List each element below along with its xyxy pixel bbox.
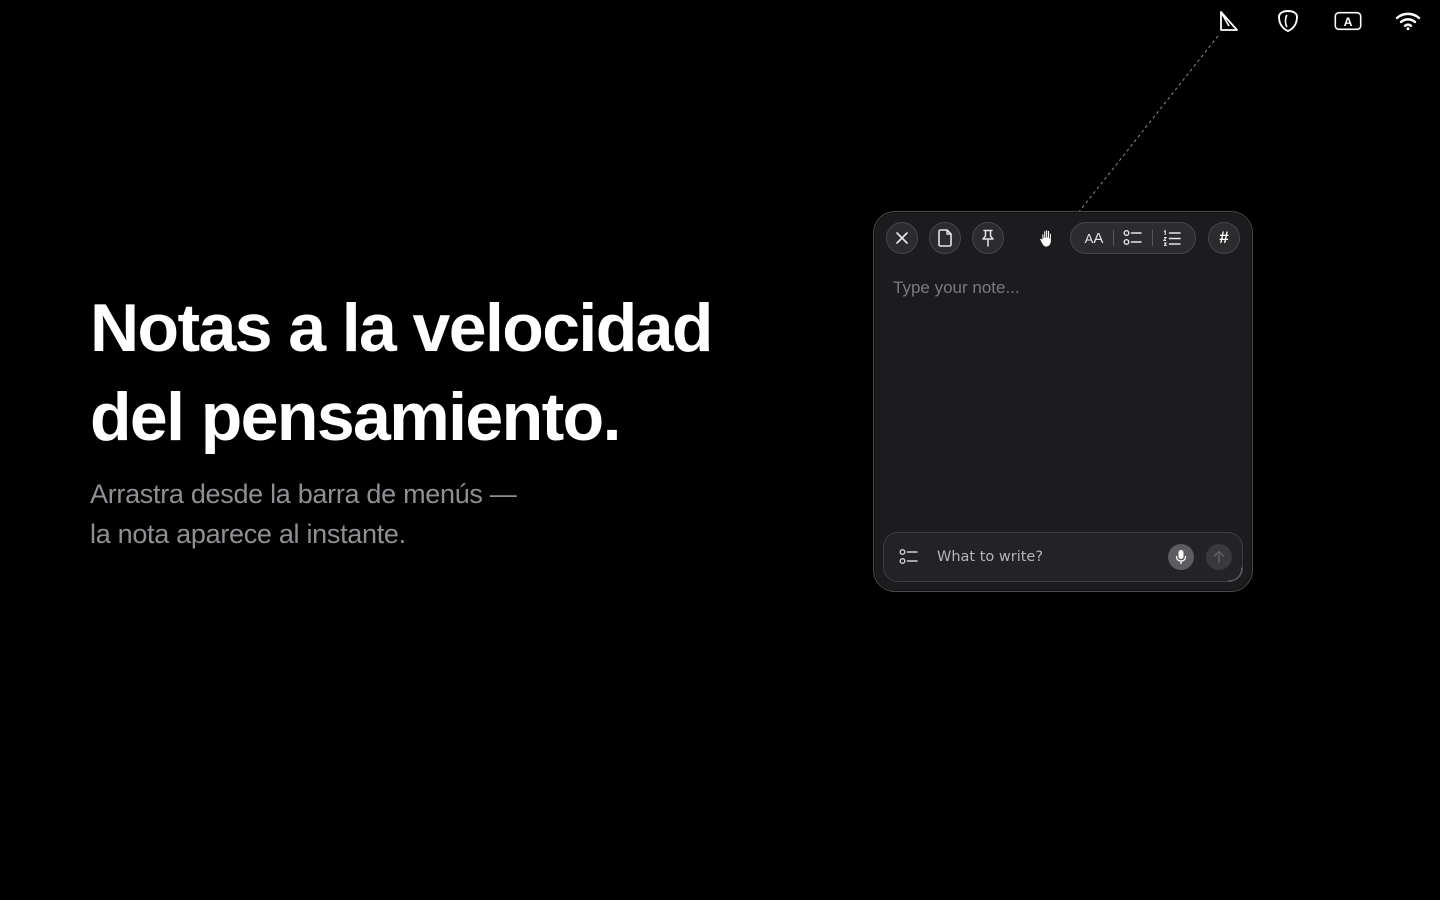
close-button[interactable]: [886, 222, 918, 254]
hero: Notas a la velocidad del pensamiento. Ar…: [90, 284, 810, 554]
menubar: A: [1182, 6, 1422, 36]
input-source-letter: A: [1344, 15, 1353, 29]
note-toolbar: AA #: [886, 221, 1240, 255]
compose-placeholder: What to write?: [937, 549, 1044, 565]
microphone-button[interactable]: [1168, 544, 1194, 570]
hero-title: Notas a la velocidad del pensamiento.: [90, 284, 810, 462]
compose-input[interactable]: What to write?: [937, 549, 1168, 565]
shield-icon[interactable]: [1274, 7, 1302, 35]
tag-label: #: [1219, 228, 1229, 247]
pin-button[interactable]: [972, 222, 1004, 254]
hero-subtitle: Arrastra desde la barra de menús — la no…: [90, 474, 810, 554]
document-icon: [938, 229, 952, 247]
format-group: AA: [1070, 222, 1196, 254]
note-window: AA # Type your note... What to write?: [873, 211, 1253, 592]
hero-title-line1: Notas a la velocidad: [90, 290, 713, 366]
numbered-list-button[interactable]: [1157, 224, 1187, 252]
editor-placeholder: Type your note...: [893, 278, 1020, 297]
format-divider: [1113, 230, 1114, 246]
hero-subtitle-line2: la nota aparece al instante.: [90, 519, 406, 549]
text-size-button[interactable]: AA: [1079, 224, 1109, 252]
checklist-icon: [899, 549, 918, 564]
compose-bar: What to write?: [883, 532, 1243, 582]
wifi-icon[interactable]: [1394, 7, 1422, 35]
text-size-small: A: [1084, 230, 1094, 246]
format-divider: [1152, 230, 1153, 246]
numbered-list-icon: [1162, 229, 1181, 247]
hand-icon: [1039, 229, 1052, 248]
text-size-big: A: [1093, 229, 1104, 247]
hero-title-line2: del pensamiento.: [90, 379, 621, 455]
pin-icon: [982, 229, 994, 247]
compose-checklist-button[interactable]: [898, 546, 920, 568]
drag-handle[interactable]: [1034, 224, 1062, 252]
stage: A Notas a la velocidad del pensamiento. …: [0, 0, 1440, 900]
input-source-icon[interactable]: A: [1334, 7, 1362, 35]
resize-grip-icon[interactable]: [1226, 565, 1244, 583]
tag-button[interactable]: #: [1208, 222, 1240, 254]
note-editor[interactable]: Type your note...: [893, 278, 1233, 518]
hero-subtitle-line1: Arrastra desde la barra de menús —: [90, 479, 517, 509]
new-note-button[interactable]: [929, 222, 961, 254]
checklist-button[interactable]: [1118, 224, 1148, 252]
arrow-up-icon: [1213, 550, 1225, 564]
note-app-icon[interactable]: [1214, 7, 1242, 35]
checklist-icon: [1123, 230, 1142, 245]
close-icon: [896, 232, 908, 244]
microphone-icon: [1175, 550, 1187, 565]
